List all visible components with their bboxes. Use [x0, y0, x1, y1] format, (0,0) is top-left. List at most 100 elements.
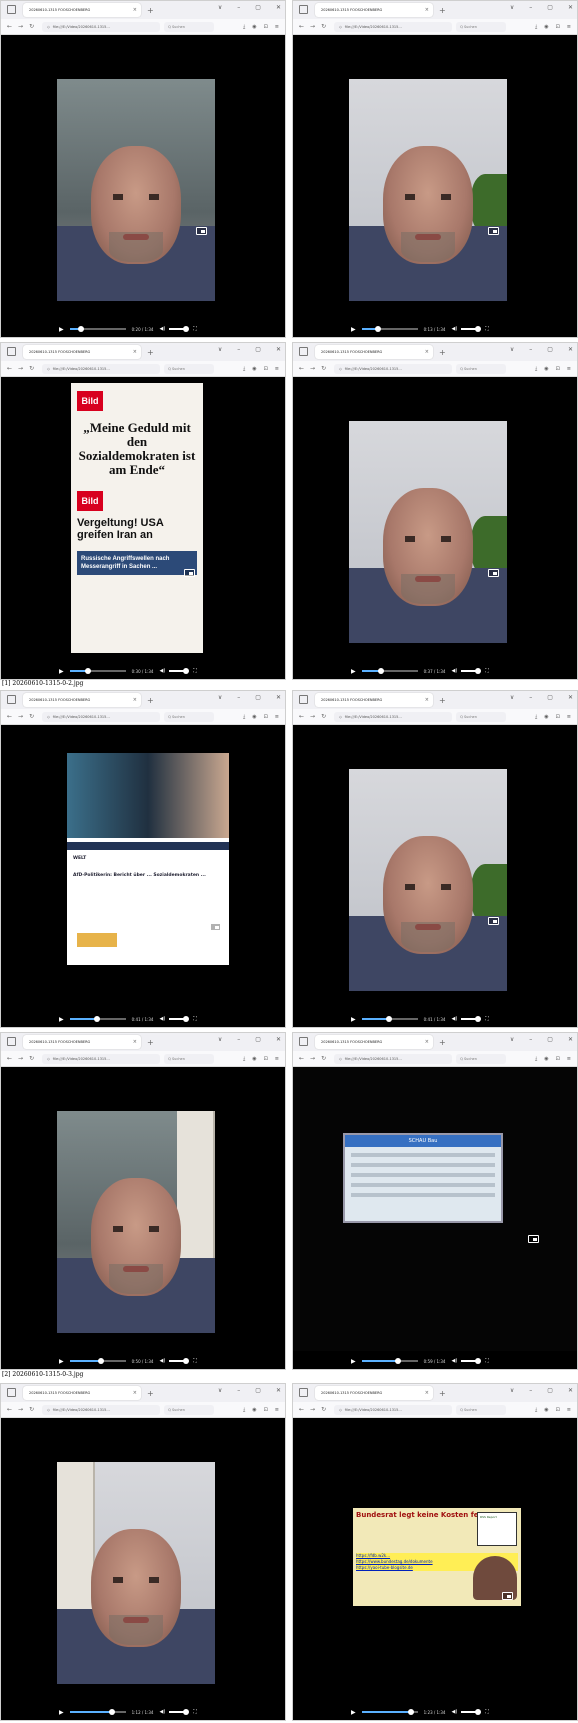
seek-handle[interactable] [78, 326, 85, 332]
menu-icon[interactable]: ≡ [567, 1407, 571, 1413]
extensions-icon[interactable]: ⊡ [264, 1056, 268, 1062]
dropdown-icon[interactable]: ∨ [218, 1036, 222, 1043]
tab-video[interactable]: 20260610-1315 FOOSCHOENBERG × [23, 345, 141, 359]
volume-slider[interactable] [169, 1016, 190, 1022]
extensions-icon[interactable]: ⊡ [556, 366, 560, 372]
new-tab-button[interactable]: + [147, 6, 154, 15]
volume-handle[interactable] [183, 326, 190, 332]
back-icon[interactable]: ← [7, 23, 12, 30]
play-icon[interactable]: ▶ [59, 326, 64, 333]
forward-icon[interactable]: → [18, 1055, 23, 1062]
close-window-icon[interactable]: ✕ [276, 346, 281, 353]
seek-handle[interactable] [85, 668, 92, 674]
volume-slider[interactable] [169, 668, 190, 674]
volume-icon[interactable]: ◀) [451, 1016, 457, 1022]
volume-slider[interactable] [169, 1709, 190, 1715]
back-icon[interactable]: ← [299, 365, 304, 372]
fullscreen-icon[interactable]: ⛶ [485, 668, 489, 674]
tab-overview-icon[interactable] [299, 1388, 308, 1397]
tab-overview-icon[interactable] [7, 347, 16, 356]
search-input[interactable]: Q Suchen [164, 711, 215, 722]
dropdown-icon[interactable]: ∨ [218, 1387, 222, 1394]
fullscreen-icon[interactable]: ⛶ [193, 668, 197, 674]
picture-in-picture-icon[interactable] [488, 569, 499, 577]
menu-icon[interactable]: ≡ [567, 366, 571, 372]
close-window-icon[interactable]: ✕ [568, 1387, 573, 1394]
download-icon[interactable]: ⤓ [535, 714, 537, 720]
minimize-icon[interactable]: – [529, 346, 532, 353]
tab-video[interactable]: 20260610-1315 FOOSCHOENBERG × [23, 1386, 141, 1400]
menu-icon[interactable]: ≡ [567, 24, 571, 30]
search-input[interactable]: Q Suchen [164, 1053, 215, 1064]
new-tab-button[interactable]: + [439, 6, 446, 15]
volume-icon[interactable]: ◀) [451, 326, 457, 332]
account-icon[interactable]: ◉ [544, 714, 548, 720]
fullscreen-icon[interactable]: ⛶ [193, 1709, 197, 1715]
address-bar[interactable]: ◇ file:///E:/Video/20260610-1315... [334, 21, 453, 32]
menu-icon[interactable]: ≡ [567, 1056, 571, 1062]
menu-icon[interactable]: ≡ [567, 714, 571, 720]
reload-icon[interactable]: ↻ [321, 1406, 326, 1413]
tab-video[interactable]: 20260610-1315 FOOSCHOENBERG × [23, 693, 141, 707]
seek-bar[interactable] [69, 326, 126, 332]
address-bar[interactable]: ◇ file:///E:/Video/20260610-1315... [42, 711, 161, 722]
picture-in-picture-icon[interactable] [210, 923, 221, 931]
volume-handle[interactable] [183, 1709, 190, 1715]
close-tab-icon[interactable]: × [133, 697, 141, 703]
tab-overview-icon[interactable] [7, 1037, 16, 1046]
back-icon[interactable]: ← [299, 1055, 304, 1062]
volume-icon[interactable]: ◀) [159, 1358, 165, 1364]
dropdown-icon[interactable]: ∨ [510, 1387, 514, 1394]
seek-bar[interactable] [361, 1016, 418, 1022]
video-frame[interactable]: WELT AfD-Politikerin: Bericht über ... S… [67, 753, 229, 965]
search-input[interactable]: Q Suchen [164, 1404, 215, 1415]
download-icon[interactable]: ⤓ [535, 1407, 537, 1413]
address-bar[interactable]: ◇ file:///E:/Video/20260610-1315... [42, 1404, 161, 1415]
forward-icon[interactable]: → [310, 1406, 315, 1413]
search-input[interactable]: Q Suchen [164, 363, 215, 374]
volume-icon[interactable]: ◀) [451, 1358, 457, 1364]
video-frame[interactable]: Bild „Meine Geduld mit den Sozialdemokra… [71, 383, 203, 653]
picture-in-picture-icon[interactable] [184, 569, 195, 577]
maximize-icon[interactable]: ▢ [547, 1036, 553, 1043]
volume-handle[interactable] [475, 326, 482, 332]
dropdown-icon[interactable]: ∨ [510, 4, 514, 11]
close-tab-icon[interactable]: × [133, 1039, 141, 1045]
volume-handle[interactable] [183, 1016, 190, 1022]
volume-handle[interactable] [475, 1016, 482, 1022]
tab-video[interactable]: 20260610-1315 FOOSCHOENBERG × [315, 345, 433, 359]
forward-icon[interactable]: → [18, 365, 23, 372]
extensions-icon[interactable]: ⊡ [556, 1407, 560, 1413]
reload-icon[interactable]: ↻ [321, 713, 326, 720]
maximize-icon[interactable]: ▢ [547, 1387, 553, 1394]
fullscreen-icon[interactable]: ⛶ [485, 326, 489, 332]
video-frame[interactable] [57, 79, 215, 301]
menu-icon[interactable]: ≡ [275, 1407, 279, 1413]
tab-overview-icon[interactable] [299, 5, 308, 14]
tab-overview-icon[interactable] [299, 347, 308, 356]
address-bar[interactable]: ◇ file:///E:/Video/20260610-1315... [42, 363, 161, 374]
volume-icon[interactable]: ◀) [159, 1709, 165, 1715]
picture-in-picture-icon[interactable] [488, 227, 499, 235]
close-window-icon[interactable]: ✕ [568, 1036, 573, 1043]
volume-handle[interactable] [183, 1358, 190, 1364]
address-bar[interactable]: ◇ file:///E:/Video/20260610-1315... [42, 21, 161, 32]
tab-overview-icon[interactable] [7, 1388, 16, 1397]
search-input[interactable]: Q Suchen [456, 21, 507, 32]
close-window-icon[interactable]: ✕ [276, 694, 281, 701]
close-tab-icon[interactable]: × [133, 349, 141, 355]
play-icon[interactable]: ▶ [351, 1016, 356, 1023]
seek-handle[interactable] [407, 1709, 414, 1715]
close-tab-icon[interactable]: × [425, 349, 433, 355]
address-bar[interactable]: ◇ file:///E:/Video/20260610-1315... [334, 363, 453, 374]
back-icon[interactable]: ← [7, 1055, 12, 1062]
download-icon[interactable]: ⤓ [243, 24, 245, 30]
address-bar[interactable]: ◇ file:///E:/Video/20260610-1315... [334, 1053, 453, 1064]
volume-icon[interactable]: ◀) [451, 668, 457, 674]
tab-overview-icon[interactable] [299, 1037, 308, 1046]
minimize-icon[interactable]: – [237, 1387, 240, 1394]
reload-icon[interactable]: ↻ [321, 1055, 326, 1062]
tab-overview-icon[interactable] [7, 695, 16, 704]
play-icon[interactable]: ▶ [351, 1709, 356, 1716]
search-input[interactable]: Q Suchen [456, 1053, 507, 1064]
